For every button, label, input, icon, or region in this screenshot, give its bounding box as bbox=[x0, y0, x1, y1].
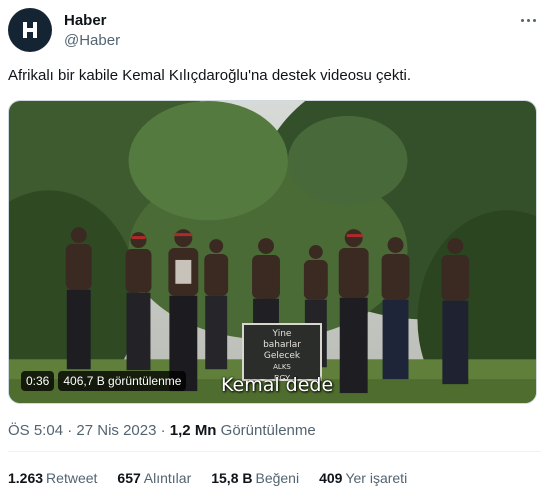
meta-separator: · bbox=[160, 422, 166, 439]
tweet-stats: 1.263 Retweet 657 Alıntılar 15,8 B Beğeni 4… bbox=[8, 470, 407, 486]
tweet-header: Haber @Haber bbox=[0, 0, 549, 60]
tweet-meta: ÖS 5:04 · 27 Nis 2023 · 1,2 Mn Görüntüle… bbox=[8, 422, 316, 439]
bookmarks-stat[interactable]: 409 Yer işareti bbox=[319, 470, 407, 486]
likes-count: 15,8 B bbox=[211, 470, 253, 486]
likes-label: Beğeni bbox=[255, 470, 300, 486]
account-name[interactable]: Haber bbox=[64, 12, 107, 29]
quotes-count: 657 bbox=[117, 470, 141, 486]
bookmarks-count: 409 bbox=[319, 470, 343, 486]
meta-separator: · bbox=[67, 422, 73, 439]
bookmarks-label: Yer işareti bbox=[345, 470, 408, 486]
sign-line: baharlar bbox=[263, 340, 301, 350]
video-player[interactable]: Yine baharlar Gelecek ALKS BGY Kemal ded… bbox=[8, 100, 537, 404]
sign-line: Gelecek bbox=[263, 351, 301, 361]
views-badge: 406,7 B görüntülenme bbox=[58, 371, 187, 391]
account-handle[interactable]: @Haber bbox=[64, 32, 120, 49]
sign-line: Yine bbox=[272, 329, 292, 339]
retweets-stat[interactable]: 1.263 Retweet bbox=[8, 470, 97, 486]
quotes-label: Alıntılar bbox=[143, 470, 192, 486]
chalkboard-sign: Yine baharlar Gelecek ALKS BGY bbox=[242, 323, 322, 383]
likes-stat[interactable]: 15,8 B Beğeni bbox=[211, 470, 299, 486]
tweet-date[interactable]: 27 Nis 2023 bbox=[76, 422, 156, 439]
retweets-count: 1.263 bbox=[8, 470, 44, 486]
avatar[interactable] bbox=[8, 8, 52, 52]
quotes-stat[interactable]: 657 Alıntılar bbox=[117, 470, 191, 486]
sign-line: ALKS bbox=[273, 363, 291, 371]
video-badges: 0:36 406,7 B görüntülenme bbox=[21, 371, 187, 391]
tweet-time[interactable]: ÖS 5:04 bbox=[8, 422, 63, 439]
views-count: 1,2 Mn bbox=[169, 422, 217, 439]
retweets-label: Retweet bbox=[46, 470, 98, 486]
more-dots-icon[interactable] bbox=[517, 10, 539, 30]
video-subtitle: Kemal dede bbox=[221, 374, 334, 396]
views-label: Görüntülenme bbox=[220, 422, 316, 439]
duration-badge: 0:36 bbox=[21, 371, 55, 391]
divider bbox=[8, 451, 541, 452]
tweet-text: Afrikalı bir kabile Kemal Kılıçdaroğlu'n… bbox=[8, 67, 412, 84]
haber-logo-icon bbox=[23, 22, 37, 38]
